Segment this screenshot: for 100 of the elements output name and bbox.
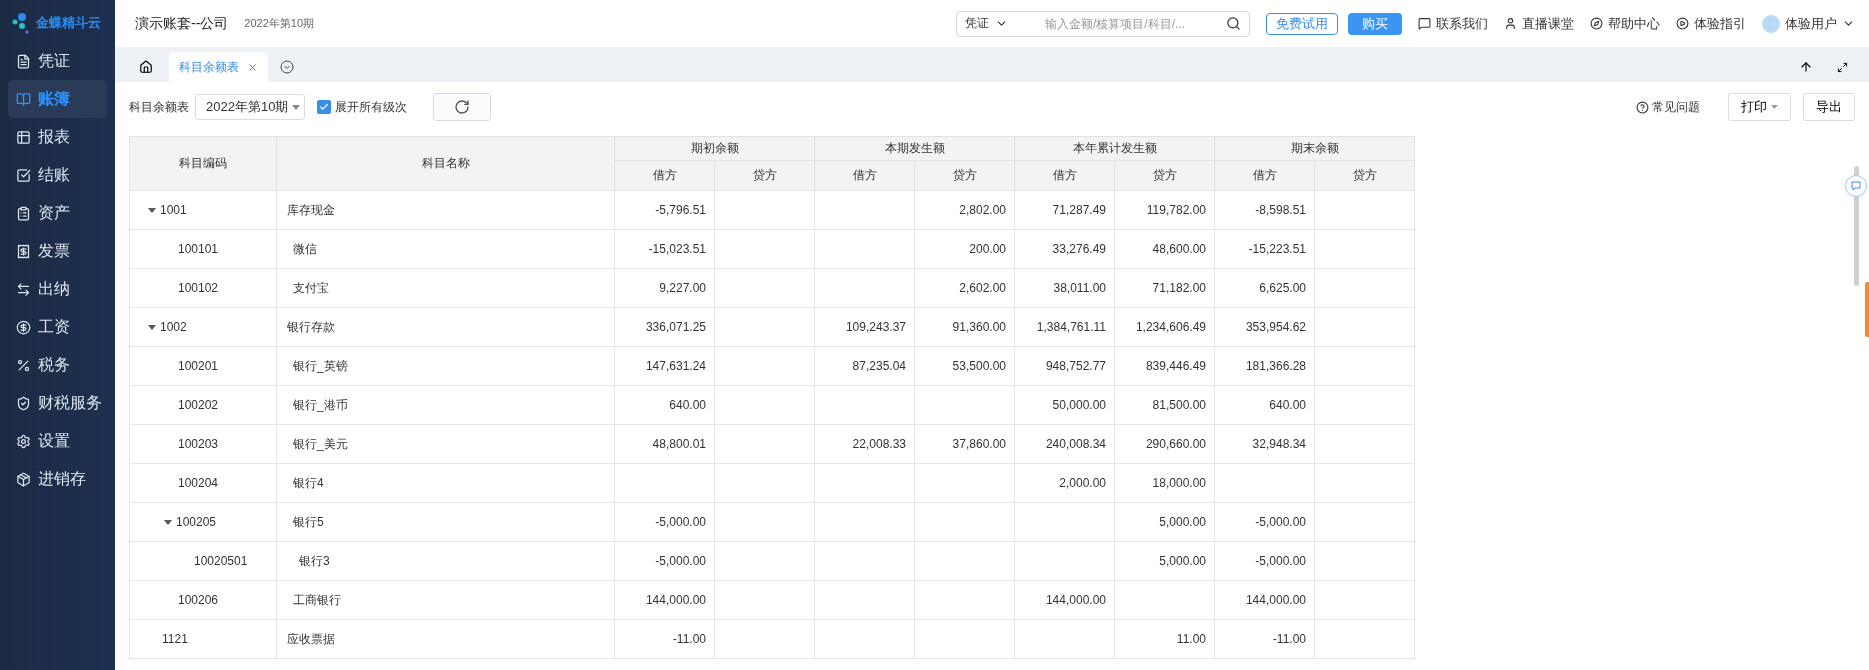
- page-tab[interactable]: 科目余额表: [169, 52, 268, 82]
- amount-cell: 353,954.62: [1214, 307, 1315, 347]
- column-header: 借方: [814, 160, 915, 191]
- caret-icon[interactable]: [148, 323, 156, 331]
- caret-icon: [1771, 105, 1778, 109]
- amount-cell: -15,023.51: [614, 229, 715, 269]
- column-header: 借方: [614, 160, 715, 191]
- amount-cell: 33,276.49: [1014, 229, 1115, 269]
- amount-cell: 948,752.77: [1014, 346, 1115, 386]
- menu-item-icon: [16, 395, 31, 411]
- column-group-header: 本年累计发生额: [1014, 136, 1215, 161]
- search-icon[interactable]: [1226, 16, 1241, 31]
- search-field[interactable]: 凭证 输入金额/核算项目/科目/...: [956, 10, 1250, 37]
- caret-icon: [292, 104, 300, 110]
- name-cell: 银行5: [276, 502, 615, 542]
- sidebar-item[interactable]: 结账: [8, 156, 107, 194]
- amount-cell: 144,000.00: [1014, 580, 1115, 620]
- code-cell: 1002: [129, 307, 277, 347]
- column-header: 借方: [1014, 160, 1115, 191]
- amount-cell: -15,223.51: [1214, 229, 1315, 269]
- amount-cell: 119,782.00: [1114, 190, 1215, 230]
- amount-cell: 839,446.49: [1114, 346, 1215, 386]
- amount-cell: 640.00: [1214, 385, 1315, 425]
- amount-cell: 9,227.00: [614, 268, 715, 308]
- menu-item-icon: [16, 167, 31, 183]
- column-header: 贷方: [1314, 160, 1415, 191]
- sidebar-item[interactable]: 税务: [8, 346, 107, 384]
- code-cell: 1121: [129, 619, 277, 659]
- column-header: 贷方: [714, 160, 815, 191]
- fullscreen-icon: [1836, 61, 1848, 73]
- amount-cell: 37,860.00: [914, 424, 1015, 464]
- code-cell: 100204: [129, 463, 277, 503]
- amount-cell: 200.00: [914, 229, 1015, 269]
- amount-cell: 1,234,606.49: [1114, 307, 1215, 347]
- sidebar-item[interactable]: 工资: [8, 308, 107, 346]
- name-cell: 库存现金: [276, 190, 615, 230]
- code-cell: 100102: [129, 268, 277, 308]
- sidebar-item[interactable]: 账簿: [8, 80, 107, 118]
- menu-item-icon: [16, 129, 31, 145]
- amount-cell: 48,600.00: [1114, 229, 1215, 269]
- code-cell: 100101: [129, 229, 277, 269]
- name-cell: 银行_港币: [276, 385, 615, 425]
- header-link[interactable]: 体验指引: [1676, 14, 1746, 33]
- print-button[interactable]: 打印: [1728, 93, 1791, 121]
- amount-cell: 640.00: [614, 385, 715, 425]
- amount-cell: 2,000.00: [1014, 463, 1115, 503]
- amount-cell: 109,243.37: [814, 307, 915, 347]
- close-icon[interactable]: [247, 61, 258, 73]
- column-header: 科目名称: [276, 136, 615, 191]
- amount-cell: -5,000.00: [1214, 502, 1315, 542]
- caret-icon[interactable]: [164, 518, 172, 526]
- sidebar-item[interactable]: 发票: [8, 232, 107, 270]
- sidebar-item[interactable]: 资产: [8, 194, 107, 232]
- amount-cell: 1,384,761.11: [1014, 307, 1115, 347]
- expand-all-checkbox[interactable]: 展开所有级次: [317, 98, 407, 116]
- menu-item-icon: [16, 433, 31, 449]
- column-group-header: 本期发生额: [814, 136, 1015, 161]
- home-icon: [139, 60, 153, 74]
- amount-cell: 6,625.00: [1214, 268, 1315, 308]
- menu-item-icon: [16, 281, 31, 297]
- user-menu[interactable]: 体验用户: [1762, 14, 1855, 33]
- amount-cell: -5,000.00: [614, 502, 715, 542]
- amount-cell: 5,000.00: [1114, 502, 1215, 542]
- amount-cell: 240,008.34: [1014, 424, 1115, 464]
- name-cell: 银行3: [276, 541, 615, 581]
- menu-item-icon: [16, 205, 31, 221]
- amount-cell: -5,000.00: [614, 541, 715, 581]
- period-select[interactable]: 2022年第10期: [195, 94, 305, 120]
- header-link[interactable]: 联系我们: [1418, 14, 1488, 33]
- chevron-circle-icon: [280, 60, 294, 74]
- account-set-title: 演示账套--公司: [135, 14, 229, 33]
- faq-link[interactable]: 常见问题: [1636, 98, 1700, 116]
- header-link[interactable]: 直播课堂: [1504, 14, 1574, 33]
- trial-button[interactable]: 免费试用: [1266, 12, 1338, 35]
- report-label: 科目余额表: [129, 98, 189, 116]
- sidebar-item[interactable]: 报表: [8, 118, 107, 156]
- avatar-icon: [1762, 14, 1780, 33]
- amount-cell: 144,000.00: [614, 580, 715, 620]
- caret-icon[interactable]: [148, 206, 156, 214]
- amount-cell: 147,631.24: [614, 346, 715, 386]
- sidebar-item[interactable]: 财税服务: [8, 384, 107, 422]
- amount-cell: 32,948.34: [1214, 424, 1315, 464]
- refresh-icon: [454, 99, 470, 115]
- export-button[interactable]: 导出: [1803, 93, 1855, 121]
- menu-item-icon: [16, 243, 31, 259]
- sidebar-item[interactable]: 设置: [8, 422, 107, 460]
- sidebar-item[interactable]: 凭证: [8, 42, 107, 80]
- refresh-button[interactable]: [433, 93, 491, 121]
- amount-cell: -8,598.51: [1214, 190, 1315, 230]
- amount-cell: 2,802.00: [914, 190, 1015, 230]
- amount-cell: 290,660.00: [1114, 424, 1215, 464]
- sidebar-item[interactable]: 出纳: [8, 270, 107, 308]
- amount-cell: -11.00: [1214, 619, 1315, 659]
- sidebar-item[interactable]: 进销存: [8, 460, 107, 498]
- logo-text: 金蝶精斗云: [36, 14, 101, 32]
- code-cell: 1001: [129, 190, 277, 230]
- name-cell: 银行4: [276, 463, 615, 503]
- header-link[interactable]: 帮助中心: [1590, 14, 1660, 33]
- check-icon: [319, 102, 329, 112]
- amount-cell: 50,000.00: [1014, 385, 1115, 425]
